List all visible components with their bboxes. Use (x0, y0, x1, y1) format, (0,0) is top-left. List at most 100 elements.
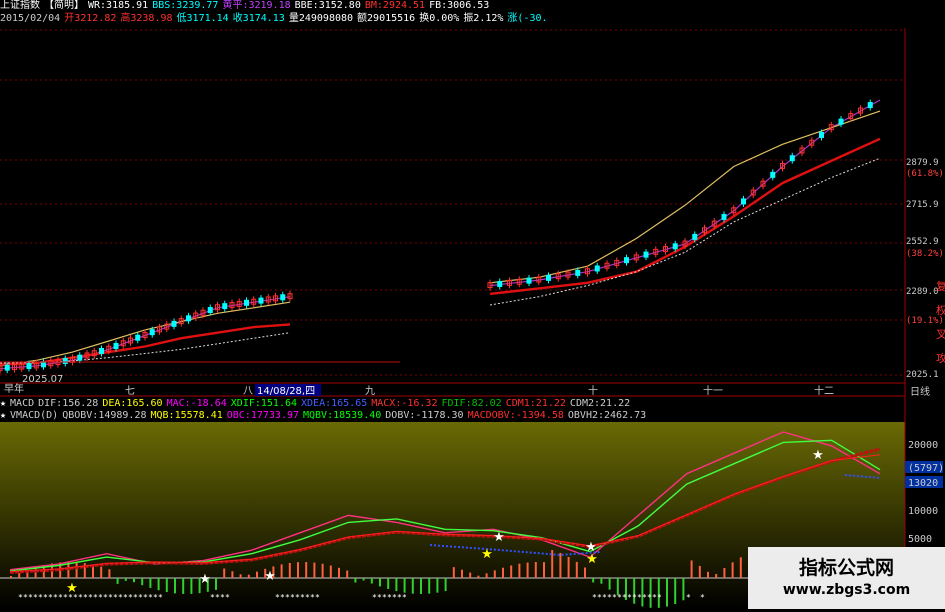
histogram-bar (338, 567, 340, 578)
histogram-bar (534, 562, 537, 578)
candle-body (624, 257, 629, 264)
signal-star: ★ (199, 572, 211, 587)
histogram-bar (354, 578, 357, 583)
histogram-bar (452, 567, 455, 578)
candle-body (280, 294, 286, 301)
signal-star: ★ (812, 448, 824, 463)
histogram-bar (395, 578, 398, 592)
quote-turnover: 换0.00% (419, 13, 460, 24)
candle-body (741, 198, 746, 205)
quote-line: 2015/02/04 开3212.82 高3238.98 低3171.14 收3174.… (0, 13, 552, 25)
histogram-bar (420, 578, 422, 594)
candle-body (692, 233, 698, 240)
histogram-bar (493, 570, 496, 578)
histogram-bar (567, 556, 570, 578)
histogram-bar (715, 574, 718, 578)
histogram-bar (461, 569, 463, 578)
wr-value: WR:3185.91 (88, 0, 149, 11)
candle-body (721, 213, 727, 220)
quote-amount: 额29015516 (357, 13, 416, 24)
histogram-bar (133, 578, 135, 583)
ma-purple-line (489, 99, 881, 287)
legend-item: MQBV:18539.40 (303, 410, 382, 421)
histogram-bar (485, 573, 488, 578)
histogram-bar (502, 567, 504, 578)
signal-mark: * (700, 593, 705, 602)
signal-mark: * (686, 593, 691, 602)
histogram-bar (387, 578, 390, 589)
legend-item: MQB:15578.41 (150, 410, 223, 421)
histogram-bar (231, 571, 234, 578)
lower-axis-label: 5000 (908, 534, 932, 545)
histogram-bar (108, 569, 111, 578)
candle-body (497, 280, 503, 287)
lower-axis-label: 13020 (908, 478, 938, 489)
watermark: 指标公式网 www.zbgs3.com (748, 547, 945, 609)
histogram-bar (124, 578, 127, 581)
time-axis-label: 七 (125, 385, 135, 397)
legend-item: QBOBV:14989.28 (62, 410, 147, 421)
vmacd-legend: ★ VMACD(D) QBOBV:14989.28 MQB:15578.41 OBC:1… (0, 410, 650, 422)
histogram-bar (165, 578, 168, 593)
side-char: 权 (936, 304, 945, 317)
histogram-bar (723, 567, 726, 578)
legend-item: MACD (10, 398, 35, 409)
quote-open: 开3212.82 (64, 13, 117, 24)
candle-body (546, 274, 551, 281)
legend-item: DIF:156.28 (38, 398, 99, 409)
legend-item: XDEA:165.65 (301, 398, 368, 409)
histogram-bar (403, 578, 406, 593)
histogram-bar (280, 564, 283, 578)
watermark-title: 指标公式网 (798, 557, 894, 579)
legend-item: DOBV:-1178.30 (385, 410, 464, 421)
histogram-bar (149, 578, 152, 588)
histogram-bar (297, 562, 299, 578)
quote-low: 低3171.14 (176, 13, 229, 24)
lower-axis-label: (5797) (908, 463, 944, 474)
index-title[interactable]: 上证指数 (0, 0, 40, 11)
histogram-bar (739, 557, 742, 578)
macd-legend: ★ MACD DIF:156.28 DEA:165.60 MAC:-18.64 XDIF:… (0, 398, 634, 410)
price-axis-label: (19.1%) (906, 316, 944, 326)
time-axis-label: 十二 (814, 384, 834, 397)
side-char: 叉 (936, 328, 945, 341)
candle-body (113, 343, 119, 350)
time-axis-label: 14/08/28,四 (257, 386, 315, 397)
histogram-bar (362, 578, 365, 581)
histogram-bar (469, 572, 472, 578)
histogram-bar (157, 578, 160, 591)
candle-body (819, 131, 824, 138)
price-axis-label: 2289.0 (906, 287, 939, 297)
histogram-bar (190, 578, 193, 594)
histogram-bar (674, 578, 677, 604)
candle-body (207, 307, 213, 314)
histogram-bar (370, 578, 373, 584)
price-grid (0, 29, 905, 376)
legend-item: CDM1:21.22 (505, 398, 566, 409)
histogram-bar (182, 578, 185, 594)
histogram-bar (247, 574, 250, 578)
time-axis-label: 十一 (703, 384, 723, 397)
histogram-bar (608, 578, 611, 590)
legend-item: FDIF:82.02 (441, 398, 502, 409)
signal-star: ★ (264, 569, 276, 584)
histogram-bar (526, 562, 529, 578)
histogram-bar (518, 563, 521, 578)
histogram-bar (543, 562, 545, 578)
view-mode[interactable]: 【简明】 (44, 0, 84, 11)
price-axis-label: 2552.9 (906, 237, 939, 247)
quote-high: 高3238.98 (120, 13, 173, 24)
candle-body (171, 320, 177, 327)
legend-item: XDIF:151.64 (230, 398, 298, 409)
histogram-bar (215, 578, 217, 590)
legend-item: OBC:17733.97 (226, 410, 299, 421)
signal-mark: * (225, 593, 230, 602)
histogram-bar (510, 565, 513, 578)
lower-axis-label: 10000 (908, 506, 938, 517)
histogram-bar (116, 578, 119, 584)
histogram-bar (305, 562, 308, 578)
legend-item: MAC:-18.64 (166, 398, 227, 409)
yellow-value: 黄平:3219.18 (222, 0, 291, 11)
candle-body (867, 102, 873, 109)
legend-star: ★ (0, 398, 7, 409)
